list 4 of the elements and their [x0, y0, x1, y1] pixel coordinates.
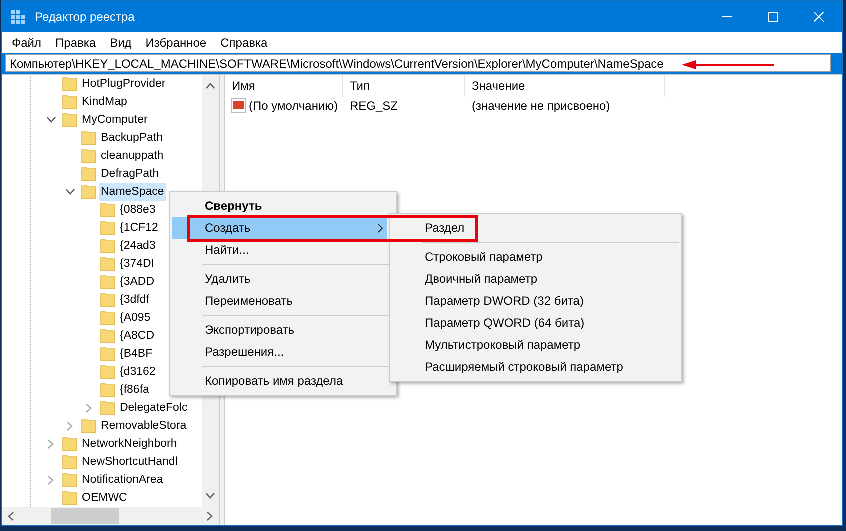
table-cell-text: REG_SZ [349, 99, 400, 113]
window-title: Редактор реестра [35, 10, 135, 24]
table-cell: (По умолчанию) [249, 99, 338, 113]
table-cell-text: (значение не присвоено) [471, 99, 612, 113]
